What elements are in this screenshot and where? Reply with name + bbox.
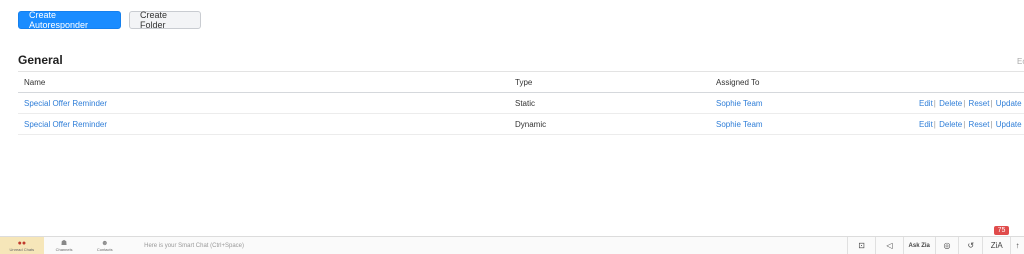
create-autoresponder-button[interactable]: Create Autoresponder — [18, 10, 121, 30]
autoresponder-name-link[interactable]: Special Offer Reminder — [24, 99, 107, 108]
assigned-to-link[interactable]: Sophie Team — [716, 99, 763, 108]
update-link[interactable]: Update — [996, 99, 1022, 108]
channels-icon: ☗ — [60, 239, 68, 247]
column-header-assigned-to: Assigned To — [716, 77, 760, 87]
activity-icon[interactable]: ◎ — [934, 237, 959, 254]
autoresponder-type: Static — [515, 98, 536, 108]
table-row: Special Offer Reminder Dynamic Sophie Te… — [18, 114, 1024, 135]
edit-link[interactable]: Edit — [919, 99, 933, 108]
row-actions: Edit| Delete| Reset| Update — [919, 98, 1022, 108]
tab-label: Contacts — [96, 246, 113, 252]
announcement-icon[interactable]: ◁ — [875, 237, 903, 254]
section-title: General — [18, 53, 63, 67]
tab-label: Channels — [55, 246, 73, 252]
delete-link[interactable]: Delete — [939, 99, 962, 108]
delete-link[interactable]: Delete — [939, 120, 962, 129]
chat-bubbles-icon: ●● — [17, 239, 27, 247]
edit-link[interactable]: Edit — [919, 120, 933, 129]
assigned-to-link[interactable]: Sophie Team — [716, 120, 763, 129]
autoresponder-name-link[interactable]: Special Offer Reminder — [24, 120, 107, 129]
column-header-type: Type — [515, 77, 533, 87]
chat-screen-icon[interactable]: ⊡ — [847, 237, 875, 254]
notification-badge: 75 — [994, 226, 1009, 235]
reset-link[interactable]: Reset — [969, 99, 990, 108]
column-header-name: Name — [24, 77, 46, 87]
bottom-bar: ●● Unread Chats ☗ Channels ☻ Contacts He… — [0, 236, 1024, 254]
more-icon[interactable]: ↑ — [1010, 237, 1024, 254]
update-link[interactable]: Update — [996, 120, 1022, 129]
zia-button[interactable]: ZiA — [982, 237, 1010, 254]
history-icon[interactable]: ↺ — [958, 237, 982, 254]
tab-contacts[interactable]: ☻ Contacts — [84, 237, 125, 254]
create-folder-button[interactable]: Create Folder — [129, 10, 201, 30]
table-header: Name Type Assigned To — [18, 71, 1024, 93]
ask-zia-button[interactable]: Ask Zia — [902, 237, 935, 254]
reset-link[interactable]: Reset — [969, 120, 990, 129]
row-actions: Edit| Delete| Reset| Update — [919, 119, 1022, 129]
autoresponder-type: Dynamic — [515, 119, 547, 129]
contacts-icon: ☻ — [101, 239, 109, 247]
smart-chat-input[interactable]: Here is your Smart Chat (Ctrl+Space) — [140, 239, 847, 253]
table-row: Special Offer Reminder Static Sophie Tea… — [18, 93, 1024, 114]
tab-channels[interactable]: ☗ Channels — [44, 237, 85, 254]
edit-folder-link[interactable]: Ec — [1017, 57, 1024, 66]
tab-unread-chats[interactable]: ●● Unread Chats — [0, 237, 44, 254]
toolbar: Create Autoresponder Create Folder — [18, 10, 201, 30]
autoresponder-table: Name Type Assigned To Special Offer Remi… — [18, 71, 1024, 135]
tab-label: Unread Chats — [9, 246, 35, 252]
